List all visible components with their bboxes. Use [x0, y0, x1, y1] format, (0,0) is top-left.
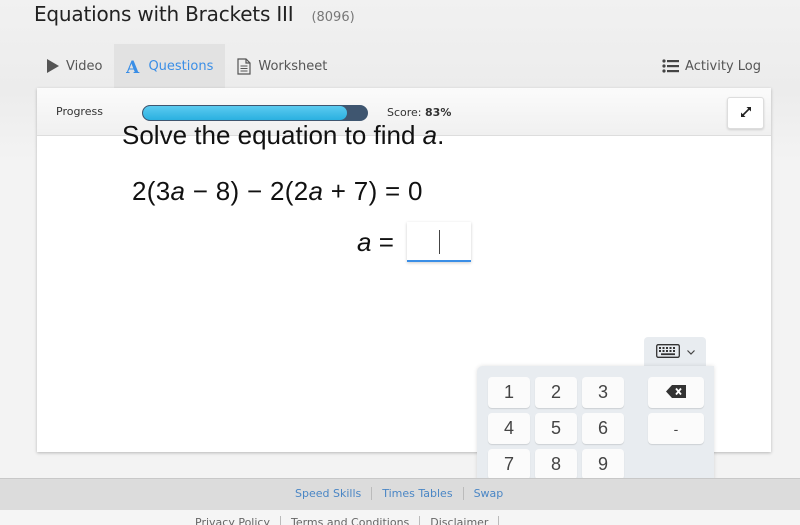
score-label: Score:: [387, 106, 422, 119]
equation-variable: a: [170, 176, 186, 206]
page-id: (8096): [311, 10, 355, 25]
footer-link-speed-skills[interactable]: Speed Skills: [285, 487, 373, 500]
progress-bar: [142, 105, 368, 121]
footer-legal: Privacy Policy Terms and Conditions Disc…: [0, 510, 800, 525]
equation-part: − 8) − 2(2: [185, 176, 309, 206]
prompt-period: .: [437, 120, 445, 150]
answer-label: a =: [357, 227, 394, 258]
keyboard-toggle-button[interactable]: [644, 337, 706, 367]
play-icon: [46, 59, 59, 73]
progress-fill: [143, 106, 347, 120]
key-1[interactable]: 1: [488, 377, 530, 408]
footer-link-swap[interactable]: Swap: [464, 487, 514, 500]
svg-text:A: A: [126, 59, 140, 74]
tab-questions-label: Questions: [148, 58, 214, 74]
footer-link-privacy[interactable]: Privacy Policy: [185, 516, 281, 525]
chevron-down-icon: [686, 349, 695, 355]
fullscreen-button[interactable]: [727, 97, 764, 129]
activity-log-label: Activity Log: [685, 58, 761, 74]
expand-arrows-icon: [739, 104, 753, 123]
key-9[interactable]: 9: [582, 449, 624, 480]
footer-legal-links: Privacy Policy Terms and Conditions Disc…: [185, 516, 500, 525]
footer-link-disclaimer[interactable]: Disclaimer: [420, 516, 500, 525]
tab-video[interactable]: Video: [34, 44, 114, 88]
backspace-button[interactable]: [648, 377, 704, 408]
letter-a-icon: A: [126, 59, 141, 74]
equation: 2(3a − 8) − 2(2a + 7) = 0: [132, 176, 423, 207]
tab-video-label: Video: [66, 58, 103, 74]
answer-variable: a: [357, 227, 372, 257]
footer: Speed Skills Times Tables Swap: [0, 478, 800, 510]
question-prompt: Solve the equation to find a.: [122, 120, 444, 151]
equation-part: 2(3: [132, 176, 171, 206]
key-7[interactable]: 7: [488, 449, 530, 480]
score-value: 83%: [425, 106, 452, 119]
key-2[interactable]: 2: [535, 377, 577, 408]
activity-log-link[interactable]: Activity Log: [662, 44, 761, 88]
equation-part: + 7) = 0: [323, 176, 423, 206]
document-icon: [237, 57, 251, 75]
tab-worksheet[interactable]: Worksheet: [225, 44, 339, 88]
key-3[interactable]: 3: [582, 377, 624, 408]
tab-bar: Video A Questions Worksheet: [34, 44, 339, 88]
equation-variable: a: [308, 176, 324, 206]
list-icon: [662, 59, 680, 73]
key-5[interactable]: 5: [535, 413, 577, 444]
title-row: Equations with Brackets III (8096): [34, 2, 355, 30]
text-caret: [439, 230, 440, 254]
tab-questions[interactable]: A Questions: [114, 44, 226, 88]
progress-label: Progress: [56, 105, 103, 118]
minus-key[interactable]: -: [648, 413, 704, 444]
score: Score: 83%: [387, 106, 451, 119]
keyboard-icon: [655, 343, 680, 362]
footer-link-times-tables[interactable]: Times Tables: [372, 487, 464, 500]
key-8[interactable]: 8: [535, 449, 577, 480]
answer-equals: =: [371, 227, 394, 257]
prompt-variable: a: [422, 120, 438, 150]
page-title: Equations with Brackets III: [34, 2, 294, 26]
footer-link-terms[interactable]: Terms and Conditions: [281, 516, 421, 525]
key-4[interactable]: 4: [488, 413, 530, 444]
footer-links: Speed Skills Times Tables Swap: [285, 487, 513, 500]
tab-worksheet-label: Worksheet: [258, 58, 328, 74]
prompt-text: Solve the equation to find: [122, 120, 423, 150]
key-6[interactable]: 6: [582, 413, 624, 444]
backspace-icon: [666, 382, 686, 403]
